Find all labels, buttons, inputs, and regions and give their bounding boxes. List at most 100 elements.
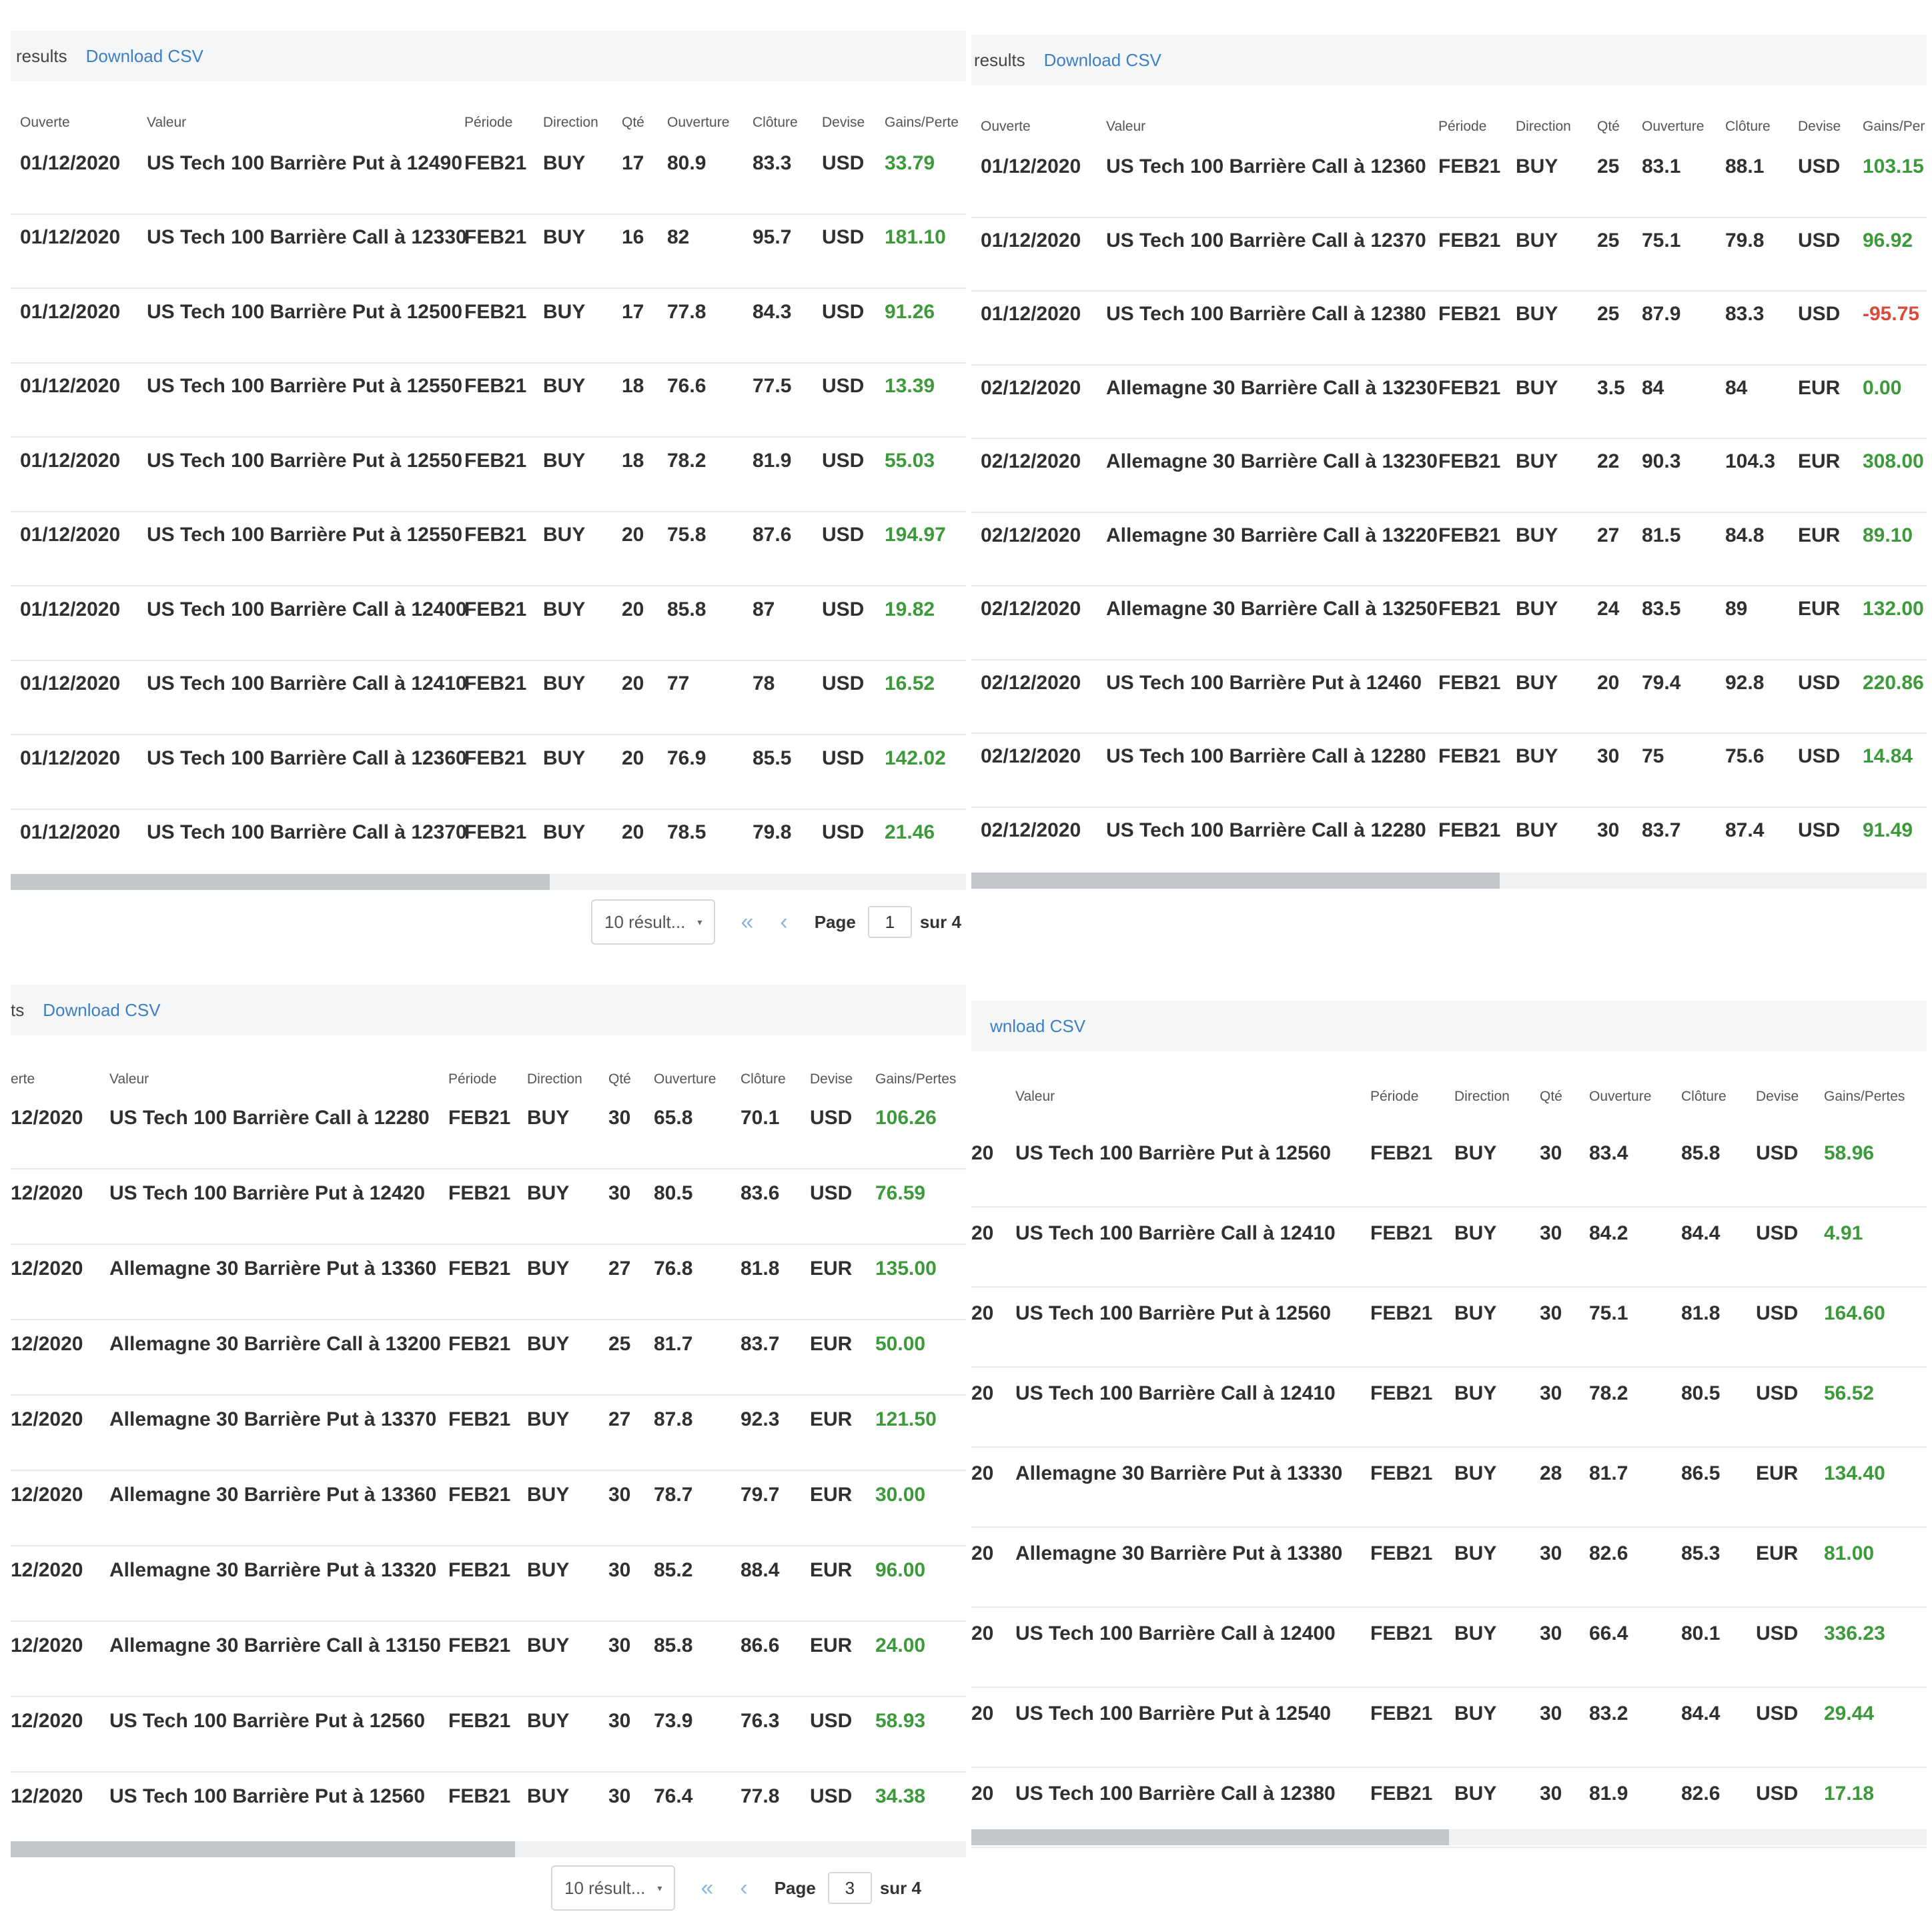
table-row[interactable]: 02/12/2020 US Tech 100 Barrière Put à 124… [971, 660, 1927, 734]
table-row[interactable]: 12/2020 Allemagne 30 Barrière Put à 13370… [11, 1396, 966, 1471]
column-header-instrument[interactable]: Valeur [1106, 119, 1145, 135]
page-number-input[interactable]: 1 [867, 906, 912, 938]
download-csv-link[interactable]: Download CSV [86, 46, 203, 67]
column-header-period[interactable]: Période [448, 1071, 496, 1087]
column-header-pnl[interactable]: Gains/Pertes [875, 1071, 956, 1087]
table-row[interactable]: 12/2020 Allemagne 30 Barrière Put à 13360… [11, 1245, 966, 1320]
cell-pnl: 56.52 [1824, 1382, 1875, 1404]
table-row[interactable]: 02/12/2020 Allemagne 30 Barrière Call à 1… [971, 439, 1927, 513]
table-row[interactable]: 01/12/2020 US Tech 100 Barrière Call à 12… [971, 144, 1927, 218]
table-row[interactable]: 01/12/2020 US Tech 100 Barrière Call à 12… [11, 215, 966, 289]
table-row[interactable]: 20 US Tech 100 Barrière Call à 12410 FEB21… [971, 1208, 1927, 1288]
column-header-period[interactable]: Période [464, 115, 512, 131]
table-row[interactable]: 01/12/2020 US Tech 100 Barrière Call à 12… [11, 586, 966, 661]
table-row[interactable]: 01/12/2020 US Tech 100 Barrière Put à 124… [11, 140, 966, 215]
table-row[interactable]: 20 US Tech 100 Barrière Put à 12560 FEB21 B… [971, 1288, 1927, 1368]
horizontal-scrollbar[interactable] [971, 1829, 1927, 1845]
cell-period: FEB21 [1370, 1222, 1433, 1244]
scrollbar-thumb[interactable] [11, 874, 550, 890]
table-row[interactable]: 12/2020 US Tech 100 Barrière Put à 12560 F… [11, 1773, 966, 1848]
cell-instrument: US Tech 100 Barrière Put à 12550 [147, 449, 463, 472]
column-header-qty[interactable]: Qté [1540, 1089, 1562, 1105]
previous-page-icon[interactable]: ‹ [740, 1875, 747, 1901]
column-header-qty[interactable]: Qté [608, 1071, 631, 1087]
page-size-select[interactable]: 10 résult... ▾ [591, 899, 716, 945]
table-row[interactable]: 02/12/2020 US Tech 100 Barrière Call à 12… [971, 734, 1927, 808]
table-row[interactable]: 02/12/2020 Allemagne 30 Barrière Call à 1… [971, 513, 1927, 586]
first-page-icon[interactable]: « [741, 909, 753, 935]
column-header-open-date[interactable]: Ouverte [981, 119, 1031, 135]
table-row[interactable]: 20 US Tech 100 Barrière Call à 12400 FEB21… [971, 1608, 1927, 1688]
table-row[interactable]: 01/12/2020 US Tech 100 Barrière Put à 125… [11, 438, 966, 512]
column-header-pnl[interactable]: Gains/Per [1863, 119, 1925, 135]
table-row[interactable]: 01/12/2020 US Tech 100 Barrière Put à 125… [11, 512, 966, 586]
column-header-currency[interactable]: Devise [810, 1071, 853, 1087]
table-row[interactable]: 12/2020 Allemagne 30 Barrière Call à 1315… [11, 1622, 966, 1697]
column-header-instrument[interactable]: Valeur [109, 1071, 149, 1087]
column-header-currency[interactable]: Devise [822, 115, 865, 131]
table-row[interactable]: 02/12/2020 Allemagne 30 Barrière Call à 1… [971, 366, 1927, 439]
column-header-direction[interactable]: Direction [527, 1071, 582, 1087]
table-row[interactable]: 01/12/2020 US Tech 100 Barrière Put à 125… [11, 364, 966, 438]
table-row[interactable]: 02/12/2020 Allemagne 30 Barrière Call à 1… [971, 586, 1927, 660]
column-header-open-date[interactable]: Ouverte [20, 115, 70, 131]
first-page-icon[interactable]: « [700, 1875, 713, 1901]
column-header-open-date[interactable]: erte [11, 1071, 35, 1087]
column-header-currency[interactable]: Devise [1756, 1089, 1799, 1105]
table-row[interactable]: 12/2020 US Tech 100 Barrière Put à 12560 F… [11, 1697, 966, 1773]
table-row[interactable]: 12/2020 US Tech 100 Barrière Call à 12280… [11, 1094, 966, 1169]
column-header-currency[interactable]: Devise [1798, 119, 1841, 135]
column-header-direction[interactable]: Direction [543, 115, 598, 131]
table-row[interactable]: 02/12/2020 US Tech 100 Barrière Call à 12… [971, 808, 1927, 881]
column-header-open-price[interactable]: Ouverture [667, 115, 729, 131]
table-row[interactable]: 01/12/2020 US Tech 100 Barrière Call à 12… [971, 218, 1927, 292]
page-size-select[interactable]: 10 résult... ▾ [551, 1865, 676, 1911]
column-header-close-price[interactable]: Clôture [1725, 119, 1771, 135]
table-row[interactable]: 12/2020 US Tech 100 Barrière Put à 12420 F… [11, 1169, 966, 1245]
cell-pnl: 308.00 [1863, 450, 1924, 473]
scrollbar-thumb[interactable] [971, 873, 1500, 889]
column-header-close-price[interactable]: Clôture [753, 115, 798, 131]
scrollbar-thumb[interactable] [11, 1841, 515, 1857]
cell-instrument: US Tech 100 Barrière Call à 12360 [147, 747, 467, 769]
scrollbar-thumb[interactable] [971, 1829, 1449, 1845]
column-header-period[interactable]: Période [1438, 119, 1486, 135]
table-row[interactable]: 20 US Tech 100 Barrière Put à 12560 FEB21 B… [971, 1127, 1927, 1208]
cell-period: FEB21 [1438, 671, 1501, 694]
table-row[interactable]: 01/12/2020 US Tech 100 Barrière Call à 12… [971, 292, 1927, 366]
column-header-pnl[interactable]: Gains/Pertes [1824, 1089, 1905, 1105]
column-header-close-price[interactable]: Clôture [741, 1071, 786, 1087]
column-header-direction[interactable]: Direction [1454, 1089, 1510, 1105]
column-header-direction[interactable]: Direction [1516, 119, 1571, 135]
column-header-period[interactable]: Période [1370, 1089, 1418, 1105]
table-row[interactable]: 12/2020 Allemagne 30 Barrière Call à 1320… [11, 1320, 966, 1396]
table-row[interactable]: 12/2020 Allemagne 30 Barrière Put à 13360… [11, 1471, 966, 1546]
horizontal-scrollbar[interactable] [971, 873, 1927, 889]
table-row[interactable]: 12/2020 Allemagne 30 Barrière Put à 13320… [11, 1546, 966, 1622]
column-header-open-price[interactable]: Ouverture [1589, 1089, 1651, 1105]
previous-page-icon[interactable]: ‹ [780, 909, 787, 935]
column-header-instrument[interactable]: Valeur [1015, 1089, 1055, 1105]
horizontal-scrollbar[interactable] [11, 1841, 966, 1857]
download-csv-link[interactable]: Download CSV [1044, 50, 1161, 71]
page-number-input[interactable]: 3 [827, 1872, 872, 1904]
table-row[interactable]: 01/12/2020 US Tech 100 Barrière Put à 125… [11, 289, 966, 364]
column-header-pnl[interactable]: Gains/Perte [885, 115, 959, 131]
column-header-qty[interactable]: Qté [622, 115, 644, 131]
column-header-open-price[interactable]: Ouverture [1642, 119, 1704, 135]
table-row[interactable]: 20 Allemagne 30 Barrière Put à 13330 FEB21… [971, 1448, 1927, 1528]
horizontal-scrollbar[interactable] [11, 874, 966, 890]
table-row[interactable]: 01/12/2020 US Tech 100 Barrière Call à 12… [11, 735, 966, 810]
column-header-open-price[interactable]: Ouverture [654, 1071, 716, 1087]
download-csv-link[interactable]: wnload CSV [990, 1016, 1085, 1037]
table-row[interactable]: 20 US Tech 100 Barrière Call à 12410 FEB21… [971, 1368, 1927, 1448]
download-csv-link[interactable]: Download CSV [43, 1000, 160, 1021]
column-header-qty[interactable]: Qté [1597, 119, 1620, 135]
table-row[interactable]: 20 US Tech 100 Barrière Put à 12540 FEB21 B… [971, 1688, 1927, 1768]
cell-pnl: 91.49 [1863, 819, 1913, 841]
column-header-close-price[interactable]: Clôture [1681, 1089, 1727, 1105]
table-row[interactable]: 01/12/2020 US Tech 100 Barrière Call à 12… [11, 810, 966, 884]
column-header-instrument[interactable]: Valeur [147, 115, 186, 131]
table-row[interactable]: 20 Allemagne 30 Barrière Put à 13380 FEB21… [971, 1528, 1927, 1608]
table-row[interactable]: 01/12/2020 US Tech 100 Barrière Call à 12… [11, 661, 966, 735]
